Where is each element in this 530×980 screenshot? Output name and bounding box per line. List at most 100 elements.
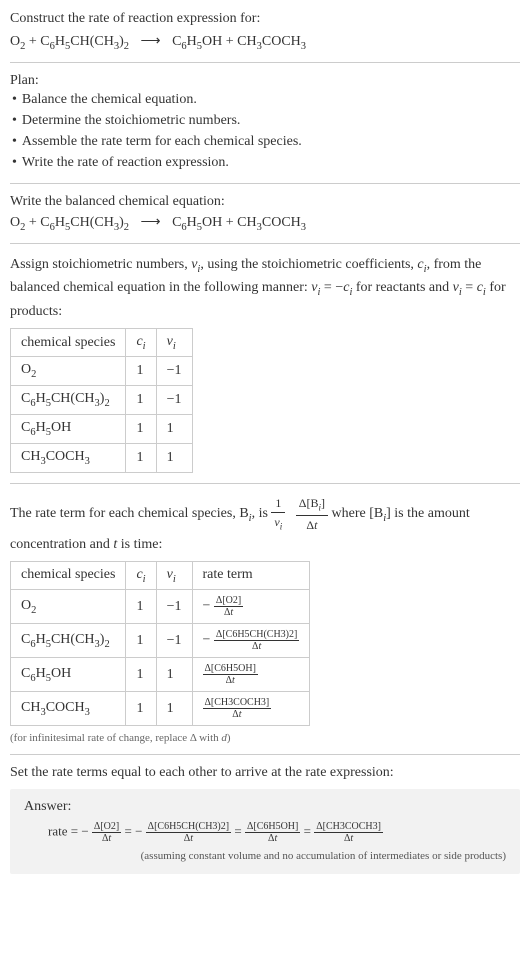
cell-species: C6H5CH(CH3)2 xyxy=(11,624,126,658)
table-row: C6H5OH 1 1 xyxy=(11,415,193,444)
reactant-o2: O2 xyxy=(10,215,25,230)
table-header-row: chemical species ci νi xyxy=(11,328,193,357)
bullet-icon: • xyxy=(12,92,17,107)
stoich-table: chemical species ci νi O2 1 −1 C6H5CH(CH… xyxy=(10,328,193,473)
table-row: C6H5OH 1 1 Δ[C6H5OH] Δt xyxy=(11,658,310,692)
rate-fraction: Δ[CH3COCH3] Δt xyxy=(314,821,383,844)
product-acetone: CH3COCH3 xyxy=(237,215,306,230)
cell-species: O2 xyxy=(11,357,126,386)
table-row: O2 1 −1 − Δ[O2] Δt xyxy=(11,590,310,624)
reactant-o2: O2 xyxy=(10,34,25,49)
final-section: Set the rate terms equal to each other t… xyxy=(10,765,520,874)
answer-note: (assuming constant volume and no accumul… xyxy=(24,850,506,862)
unbalanced-equation: O2 + C6H5CH(CH3)2 ⟶ C6H5OH + CH3COCH3 xyxy=(10,33,520,52)
rate-fraction: Δ[C6H5CH(CH3)2] Δt xyxy=(214,629,299,652)
balanced-equation: O2 + C6H5CH(CH3)2 ⟶ C6H5OH + CH3COCH3 xyxy=(10,214,520,233)
answer-box: Answer: rate = − Δ[O2] Δt = − Δ[C6H5CH(C… xyxy=(10,789,520,874)
reaction-arrow: ⟶ xyxy=(140,34,160,49)
balanced-section: Write the balanced chemical equation: O2… xyxy=(10,194,520,233)
reaction-arrow: ⟶ xyxy=(140,215,160,230)
plan-section: Plan: •Balance the chemical equation. •D… xyxy=(10,73,520,173)
header-nui: νi xyxy=(156,328,192,357)
bullet-icon: • xyxy=(12,113,17,128)
header-species: chemical species xyxy=(11,561,126,590)
rateterm-table: chemical species ci νi rate term O2 1 −1… xyxy=(10,561,310,727)
cell-species: C6H5OH xyxy=(11,658,126,692)
fraction-one-over-nu: 1 νi xyxy=(271,494,285,534)
product-phenol: C6H5OH xyxy=(172,34,222,49)
bullet-icon: • xyxy=(12,134,17,149)
rate-fraction: Δ[C6H5OH] Δt xyxy=(203,663,258,686)
header-ci: ci xyxy=(126,328,156,357)
answer-equation: rate = − Δ[O2] Δt = − Δ[C6H5CH(CH3)2] Δt… xyxy=(48,821,506,844)
cell-rateterm: Δ[C6H5OH] Δt xyxy=(192,658,310,692)
divider xyxy=(10,243,520,244)
header-species: chemical species xyxy=(11,328,126,357)
bullet-icon: • xyxy=(12,155,17,170)
plan-item: •Balance the chemical equation. xyxy=(12,89,520,110)
reactant-cumene: C6H5CH(CH3)2 xyxy=(40,215,129,230)
cell-nui: −1 xyxy=(156,386,192,415)
table-header-row: chemical species ci νi rate term xyxy=(11,561,310,590)
table-row: C6H5CH(CH3)2 1 −1 − Δ[C6H5CH(CH3)2] Δt xyxy=(11,624,310,658)
divider xyxy=(10,183,520,184)
header-nui: νi xyxy=(156,561,192,590)
stoich-section: Assign stoichiometric numbers, νi, using… xyxy=(10,254,520,473)
cell-nui: −1 xyxy=(156,590,192,624)
plus: + xyxy=(29,215,40,230)
cell-rateterm: Δ[CH3COCH3] Δt xyxy=(192,692,310,726)
plus: + xyxy=(226,34,237,49)
plan-item: •Determine the stoichiometric numbers. xyxy=(12,110,520,131)
rate-fraction: Δ[O2] Δt xyxy=(92,821,121,844)
plan-title: Plan: xyxy=(10,73,520,89)
cell-nui: 1 xyxy=(156,415,192,444)
stoich-intro: Assign stoichiometric numbers, νi, using… xyxy=(10,254,520,322)
prompt-section: Construct the rate of reaction expressio… xyxy=(10,8,520,52)
cell-ci: 1 xyxy=(126,658,156,692)
answer-label: Answer: xyxy=(24,799,506,815)
cell-ci: 1 xyxy=(126,386,156,415)
cell-species: CH3COCH3 xyxy=(11,443,126,472)
final-title: Set the rate terms equal to each other t… xyxy=(10,765,520,781)
cell-nui: 1 xyxy=(156,443,192,472)
cell-ci: 1 xyxy=(126,443,156,472)
cell-ci: 1 xyxy=(126,357,156,386)
plan-item: •Assemble the rate term for each chemica… xyxy=(12,131,520,152)
divider xyxy=(10,483,520,484)
cell-nui: 1 xyxy=(156,658,192,692)
rate-fraction: Δ[O2] Δt xyxy=(214,595,243,618)
rateterm-intro: The rate term for each chemical species,… xyxy=(10,494,520,555)
cell-species: C6H5OH xyxy=(11,415,126,444)
product-acetone: CH3COCH3 xyxy=(237,34,306,49)
cell-nui: 1 xyxy=(156,692,192,726)
divider xyxy=(10,754,520,755)
divider xyxy=(10,62,520,63)
header-ci: ci xyxy=(126,561,156,590)
rate-fraction: Δ[CH3COCH3] Δt xyxy=(203,697,272,720)
cell-species: CH3COCH3 xyxy=(11,692,126,726)
rate-fraction: Δ[C6H5OH] Δt xyxy=(245,821,300,844)
cell-nui: −1 xyxy=(156,357,192,386)
table-row: C6H5CH(CH3)2 1 −1 xyxy=(11,386,193,415)
plus: + xyxy=(29,34,40,49)
cell-ci: 1 xyxy=(126,590,156,624)
reactant-cumene: C6H5CH(CH3)2 xyxy=(40,34,129,49)
product-phenol: C6H5OH xyxy=(172,215,222,230)
table-row: O2 1 −1 xyxy=(11,357,193,386)
prompt-text: Construct the rate of reaction expressio… xyxy=(10,8,520,29)
cell-species: O2 xyxy=(11,590,126,624)
cell-ci: 1 xyxy=(126,415,156,444)
cell-ci: 1 xyxy=(126,692,156,726)
cell-ci: 1 xyxy=(126,624,156,658)
rateterm-section: The rate term for each chemical species,… xyxy=(10,494,520,745)
infinitesimal-note: (for infinitesimal rate of change, repla… xyxy=(10,732,520,744)
cell-species: C6H5CH(CH3)2 xyxy=(11,386,126,415)
cell-rateterm: − Δ[C6H5CH(CH3)2] Δt xyxy=(192,624,310,658)
fraction-dbi-dt: Δ[Bi] Δt xyxy=(296,494,328,534)
plus: + xyxy=(226,215,237,230)
table-row: CH3COCH3 1 1 Δ[CH3COCH3] Δt xyxy=(11,692,310,726)
rate-fraction: Δ[C6H5CH(CH3)2] Δt xyxy=(146,821,231,844)
balanced-title: Write the balanced chemical equation: xyxy=(10,194,520,210)
cell-nui: −1 xyxy=(156,624,192,658)
header-rateterm: rate term xyxy=(192,561,310,590)
